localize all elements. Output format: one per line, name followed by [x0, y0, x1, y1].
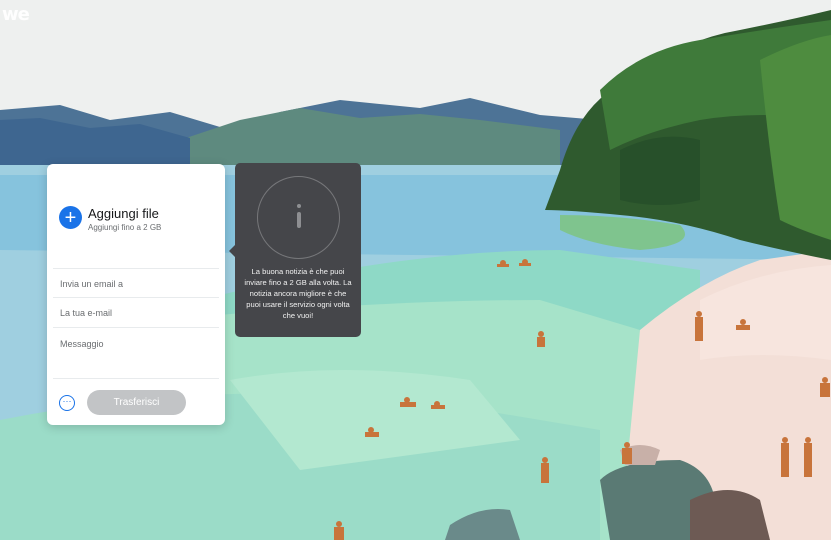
recipient-email-input[interactable]: [60, 279, 219, 289]
add-files-text: Aggiungi file Aggiungi fino a 2 GB: [88, 206, 161, 232]
info-icon-bar: [297, 212, 301, 228]
add-files-title[interactable]: Aggiungi file: [88, 206, 161, 221]
plus-icon[interactable]: +: [59, 206, 82, 229]
message-input[interactable]: [60, 339, 219, 369]
recipient-email-field: [53, 268, 219, 298]
add-files-subtitle: Aggiungi fino a 2 GB: [88, 223, 162, 232]
transfer-button[interactable]: Trasferisci: [87, 390, 186, 415]
transfer-panel: + Aggiungi file Aggiungi fino a 2 GB ···…: [47, 164, 225, 425]
info-icon-dot: [297, 204, 301, 208]
info-tooltip-text: La buona notizia è che puoi inviare fino…: [244, 267, 352, 320]
more-options-icon[interactable]: ···: [59, 395, 75, 411]
add-files-row[interactable]: + Aggiungi file Aggiungi fino a 2 GB: [59, 206, 161, 232]
wetransfer-logo[interactable]: we: [2, 4, 30, 25]
message-field: [53, 329, 219, 379]
sender-email-field: [53, 298, 219, 328]
sender-email-input[interactable]: [60, 308, 219, 318]
info-icon: [257, 176, 340, 259]
info-tooltip: La buona notizia è che puoi inviare fino…: [229, 163, 361, 337]
